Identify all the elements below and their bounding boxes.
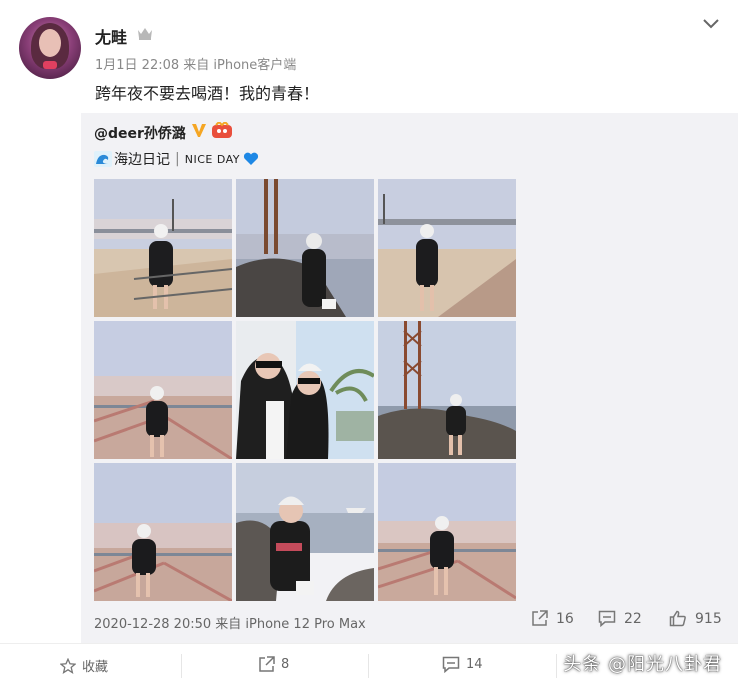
photo-2[interactable] <box>236 179 374 317</box>
divider <box>556 654 557 678</box>
comment-count: 22 <box>624 610 642 627</box>
photo-5[interactable] <box>236 321 374 459</box>
comment-action-count: 14 <box>466 657 483 672</box>
photo-8[interactable] <box>236 463 374 601</box>
photo-4[interactable] <box>94 321 232 459</box>
comment-icon <box>598 610 616 627</box>
post-meta: 1月1日 22:08 来自 iPhone客户端 <box>95 58 297 73</box>
username[interactable]: 尢畦 <box>95 24 127 48</box>
avatar[interactable] <box>19 17 81 79</box>
repost-stat-comments[interactable]: 22 <box>598 610 642 627</box>
repost-count: 16 <box>556 610 574 627</box>
watermark: 头条 @阳光八卦君 <box>563 654 722 675</box>
vip-badge-icon <box>212 122 232 138</box>
favorite-button[interactable]: 收藏 <box>60 656 108 675</box>
photo-9[interactable] <box>378 463 516 601</box>
photo-7[interactable] <box>94 463 232 601</box>
repost-text-main: 海边日记 <box>114 152 170 168</box>
repost-text-separator: | <box>175 151 180 167</box>
photo-1[interactable] <box>94 179 232 317</box>
like-count: 915 <box>695 610 722 627</box>
photo-6[interactable] <box>378 321 516 459</box>
repost-card: @deer孙侨潞 海边日记 | NICE DAY 2020-12-28 20:5… <box>81 113 738 643</box>
repost-text-nice-day: NICE DAY <box>184 152 240 166</box>
favorite-label: 收藏 <box>82 660 109 675</box>
photo-3[interactable] <box>378 179 516 317</box>
verified-v-icon <box>192 124 206 137</box>
star-icon <box>60 657 76 674</box>
divider <box>368 654 369 678</box>
chevron-down-icon[interactable] <box>701 16 721 32</box>
comment-icon <box>442 656 460 673</box>
repost-text: 海边日记 | NICE DAY <box>94 149 259 169</box>
repost-button[interactable]: 8 <box>258 656 289 673</box>
repost-stat-reposts[interactable]: 16 <box>531 610 574 627</box>
repost-timestamp: 2020-12-28 20:50 来自 iPhone 12 Pro Max <box>94 617 366 632</box>
comment-button[interactable]: 14 <box>442 656 483 673</box>
heart-icon <box>243 152 259 165</box>
divider <box>181 654 182 678</box>
thumbs-up-icon <box>669 610 686 627</box>
post-header: 尢畦 1月1日 22:08 来自 iPhone客户端 跨年夜不要去喝酒！我的青春… <box>0 0 738 112</box>
crown-icon <box>138 28 152 40</box>
repost-stat-likes[interactable]: 915 <box>669 610 722 627</box>
repost-author[interactable]: @deer孙侨潞 <box>94 123 186 143</box>
repost-action-count: 8 <box>281 657 290 672</box>
share-icon <box>259 656 275 672</box>
post-text: 跨年夜不要去喝酒！我的青春！ <box>95 84 320 103</box>
share-icon <box>532 610 548 626</box>
wave-icon <box>94 151 112 167</box>
